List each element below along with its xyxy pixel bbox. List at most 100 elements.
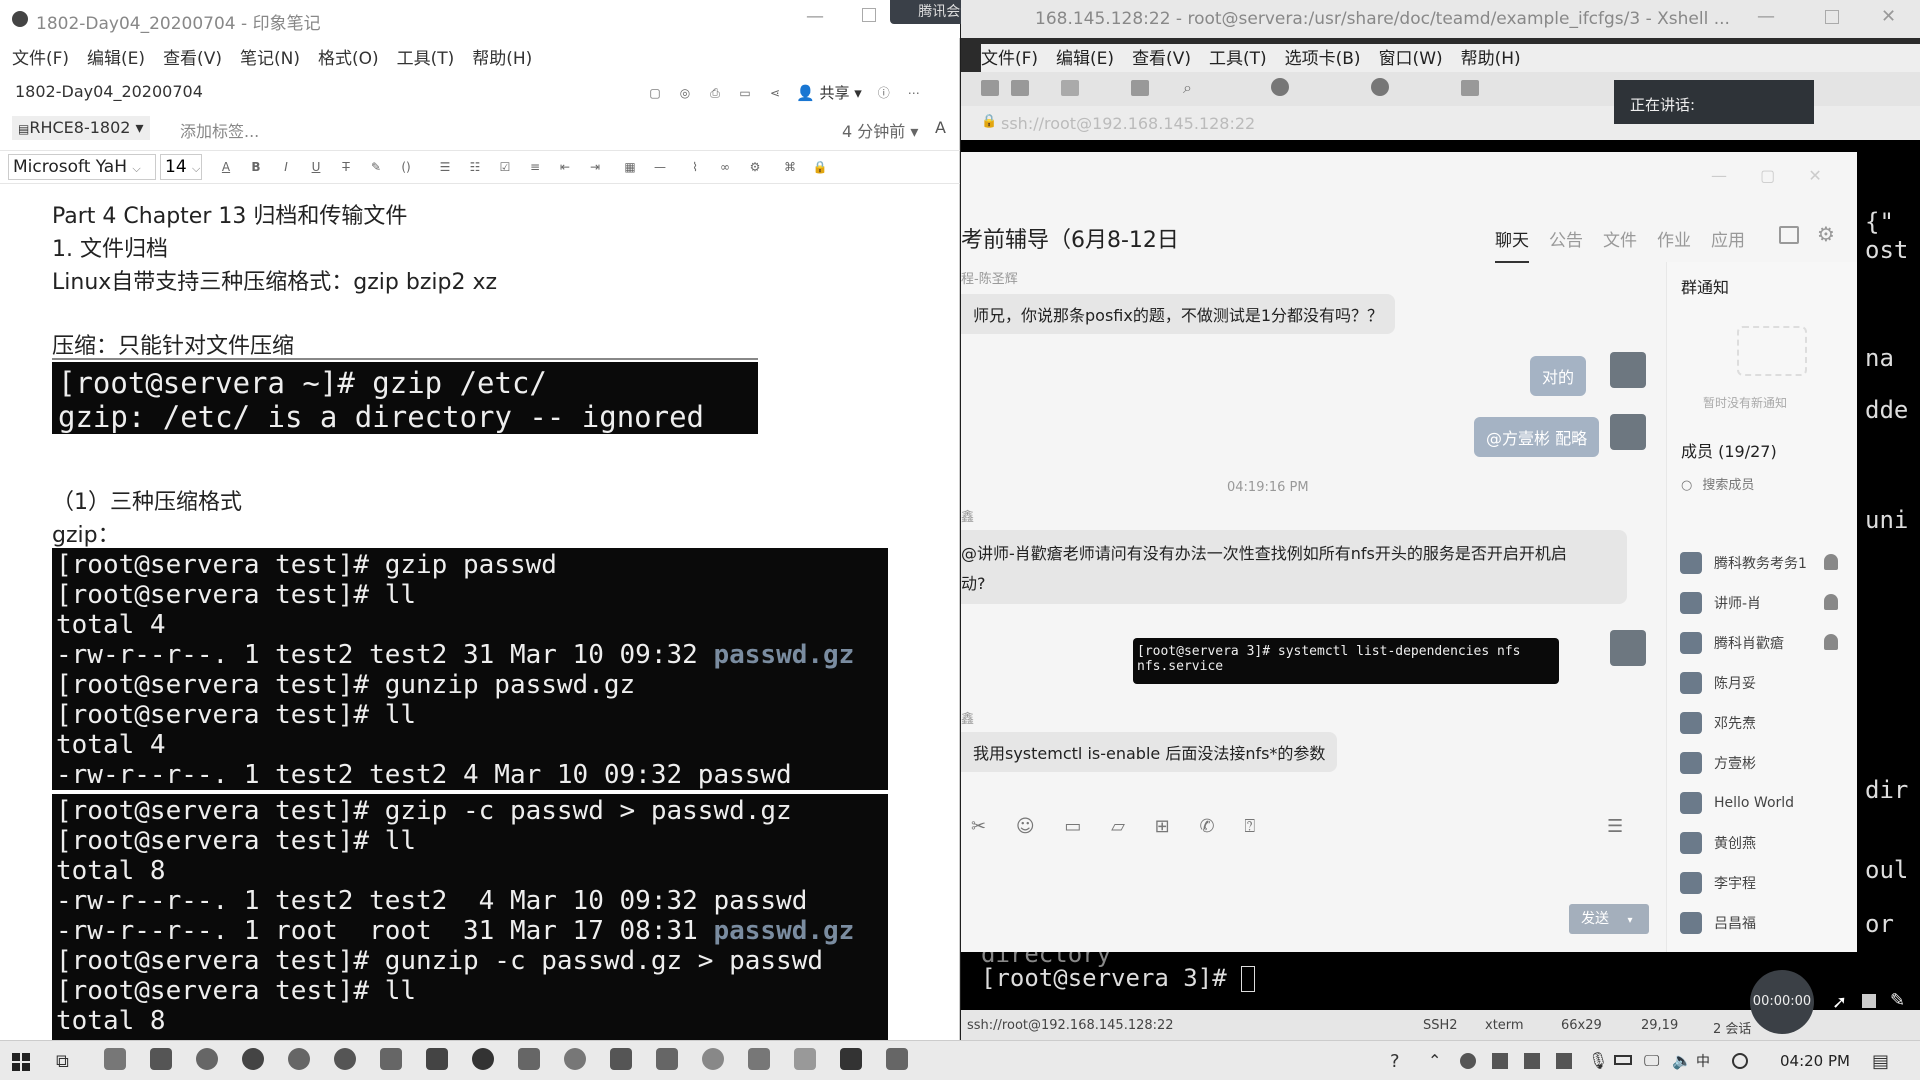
app-icon[interactable]	[150, 1048, 172, 1070]
outdent-icon[interactable]: ⇤	[557, 159, 573, 175]
clock-time[interactable]: 04:20 PM	[1780, 1052, 1850, 1070]
menu-format[interactable]: 格式(O)	[318, 49, 379, 69]
xmenu-tools[interactable]: 工具(T)	[1209, 49, 1267, 69]
app-icon[interactable]	[886, 1048, 908, 1070]
app-icon[interactable]	[288, 1048, 310, 1070]
tray-icon[interactable]	[1556, 1053, 1572, 1069]
history-icon[interactable]: ☰	[1607, 816, 1623, 837]
member-item[interactable]: 腾科教务考务1	[1680, 548, 1807, 578]
xmenu-tabs[interactable]: 选项卡(B)	[1285, 49, 1361, 69]
table-icon[interactable]: ▦	[622, 159, 638, 175]
reminder-icon[interactable]: ▢	[647, 85, 663, 101]
member-item[interactable]: 李宇程	[1680, 868, 1756, 898]
tab-apps[interactable]: 应用	[1711, 231, 1745, 251]
search-icon[interactable]: ⌕	[1183, 78, 1192, 98]
member-item[interactable]: 讲师-肖	[1680, 588, 1761, 618]
new-session-icon[interactable]	[981, 80, 999, 96]
text-color-icon[interactable]: A	[218, 159, 234, 175]
avatar[interactable]	[1610, 630, 1646, 666]
help-tray-icon[interactable]: ?	[1390, 1051, 1400, 1072]
app-icon[interactable]	[610, 1048, 632, 1070]
app-icon[interactable]	[794, 1048, 816, 1070]
present-icon[interactable]: ▭	[737, 85, 753, 101]
add-tag[interactable]: 添加标签...	[180, 118, 259, 142]
tab-chat[interactable]: 聊天	[1495, 231, 1529, 263]
tab-homework[interactable]: 作业	[1657, 231, 1691, 251]
xmenu-edit[interactable]: 编辑(E)	[1056, 49, 1114, 69]
xmenu-file[interactable]: 文件(F)	[981, 49, 1038, 69]
xshell-taskbar-icon[interactable]	[426, 1048, 448, 1070]
checkbox-icon[interactable]: ☑	[497, 159, 513, 175]
info-icon[interactable]: ⓘ	[876, 85, 892, 101]
minimize-icon[interactable]: —	[1711, 166, 1727, 185]
note-body[interactable]: Part 4 Chapter 13 归档和传输文件 1. 文件归档 Linux自…	[0, 186, 958, 1040]
send-button[interactable]: 发送 ▾	[1569, 904, 1649, 934]
disconnect-icon[interactable]	[1061, 80, 1079, 96]
underline-icon[interactable]: U	[308, 159, 324, 175]
avatar[interactable]	[1610, 352, 1646, 388]
italic-icon[interactable]: I	[278, 159, 294, 175]
font-color-a-icon[interactable]: A	[935, 118, 946, 137]
battery-icon[interactable]	[1614, 1055, 1632, 1065]
evernote-taskbar-icon[interactable]	[472, 1048, 494, 1070]
app-icon[interactable]	[518, 1048, 540, 1070]
keyboard-icon[interactable]	[1461, 80, 1479, 96]
xmenu-window[interactable]: 窗口(W)	[1379, 49, 1443, 69]
maximize-icon[interactable]	[1825, 10, 1839, 24]
avatar[interactable]	[1610, 414, 1646, 450]
bold-icon[interactable]: B	[248, 159, 264, 175]
member-item[interactable]: 黄创燕	[1680, 828, 1756, 858]
network-icon[interactable]: 🖵	[1644, 1051, 1659, 1071]
close-icon[interactable]: ✕	[1881, 6, 1896, 27]
tray-icon[interactable]	[1460, 1053, 1476, 1069]
task-view-icon[interactable]: ⧉	[56, 1051, 69, 1072]
minimize-icon[interactable]: —	[1757, 6, 1775, 27]
sync-icon[interactable]: ◎	[677, 85, 693, 101]
maximize-icon[interactable]: ▢	[1760, 166, 1775, 185]
question-icon[interactable]: ⍰	[1244, 816, 1255, 837]
chevron-up-icon[interactable]: ⌃	[1428, 1051, 1441, 1070]
attach-icon[interactable]: ⌇	[687, 159, 703, 175]
phone-icon[interactable]: ✆	[1199, 816, 1214, 837]
app-icon[interactable]	[564, 1048, 586, 1070]
close-icon[interactable]: ✕	[1808, 166, 1821, 185]
explorer-icon[interactable]	[104, 1048, 126, 1070]
tray-icon[interactable]	[1492, 1053, 1508, 1069]
pen-icon[interactable]: ✎	[1890, 990, 1905, 1011]
member-item[interactable]: 邓先焘	[1680, 708, 1756, 738]
font-size-select[interactable]: 14 ⌵	[160, 154, 202, 180]
xmenu-help[interactable]: 帮助(H)	[1461, 49, 1521, 69]
globe-icon[interactable]	[1271, 78, 1289, 96]
screen-share-icon[interactable]	[1779, 226, 1799, 244]
member-item[interactable]: 吕昌福	[1680, 908, 1756, 938]
notification-icon[interactable]: ▤	[1872, 1051, 1889, 1072]
tray-icon[interactable]	[1732, 1053, 1748, 1069]
settings-icon[interactable]	[702, 1048, 724, 1070]
image-icon[interactable]: ▭	[1064, 816, 1081, 837]
terminal-icon[interactable]	[840, 1048, 862, 1070]
edge-icon[interactable]	[242, 1048, 264, 1070]
xftp-icon[interactable]	[1371, 78, 1389, 96]
numbered-list-icon[interactable]: ☷	[467, 159, 483, 175]
shortcut-icon[interactable]: ⌘	[782, 159, 798, 175]
code-icon[interactable]: ()	[398, 159, 414, 175]
print-icon[interactable]: ⎙	[707, 85, 723, 101]
menu-tools[interactable]: 工具(T)	[397, 49, 455, 69]
menu-help[interactable]: 帮助(H)	[472, 49, 532, 69]
more-icon[interactable]: ⋯	[906, 85, 922, 101]
ime-icon[interactable]: 中	[1696, 1051, 1710, 1071]
properties-icon[interactable]	[1131, 80, 1149, 96]
tab-announce[interactable]: 公告	[1549, 231, 1583, 251]
font-family-select[interactable]: Microsoft YaH ⌵	[8, 154, 156, 180]
menu-edit[interactable]: 编辑(E)	[87, 49, 145, 69]
lock-icon[interactable]: 🔒	[812, 159, 828, 175]
bullet-list-icon[interactable]: ☰	[437, 159, 453, 175]
tab-files[interactable]: 文件	[1603, 231, 1637, 251]
folder-icon[interactable]: ▱	[1111, 816, 1125, 837]
app-icon[interactable]	[380, 1048, 402, 1070]
open-folder-icon[interactable]	[1011, 80, 1029, 96]
recording-timer[interactable]: 00:00:00	[1750, 970, 1814, 1034]
minimize-icon[interactable]: —	[806, 6, 824, 27]
align-icon[interactable]: ≡	[527, 159, 543, 175]
chrome-icon[interactable]	[196, 1048, 218, 1070]
